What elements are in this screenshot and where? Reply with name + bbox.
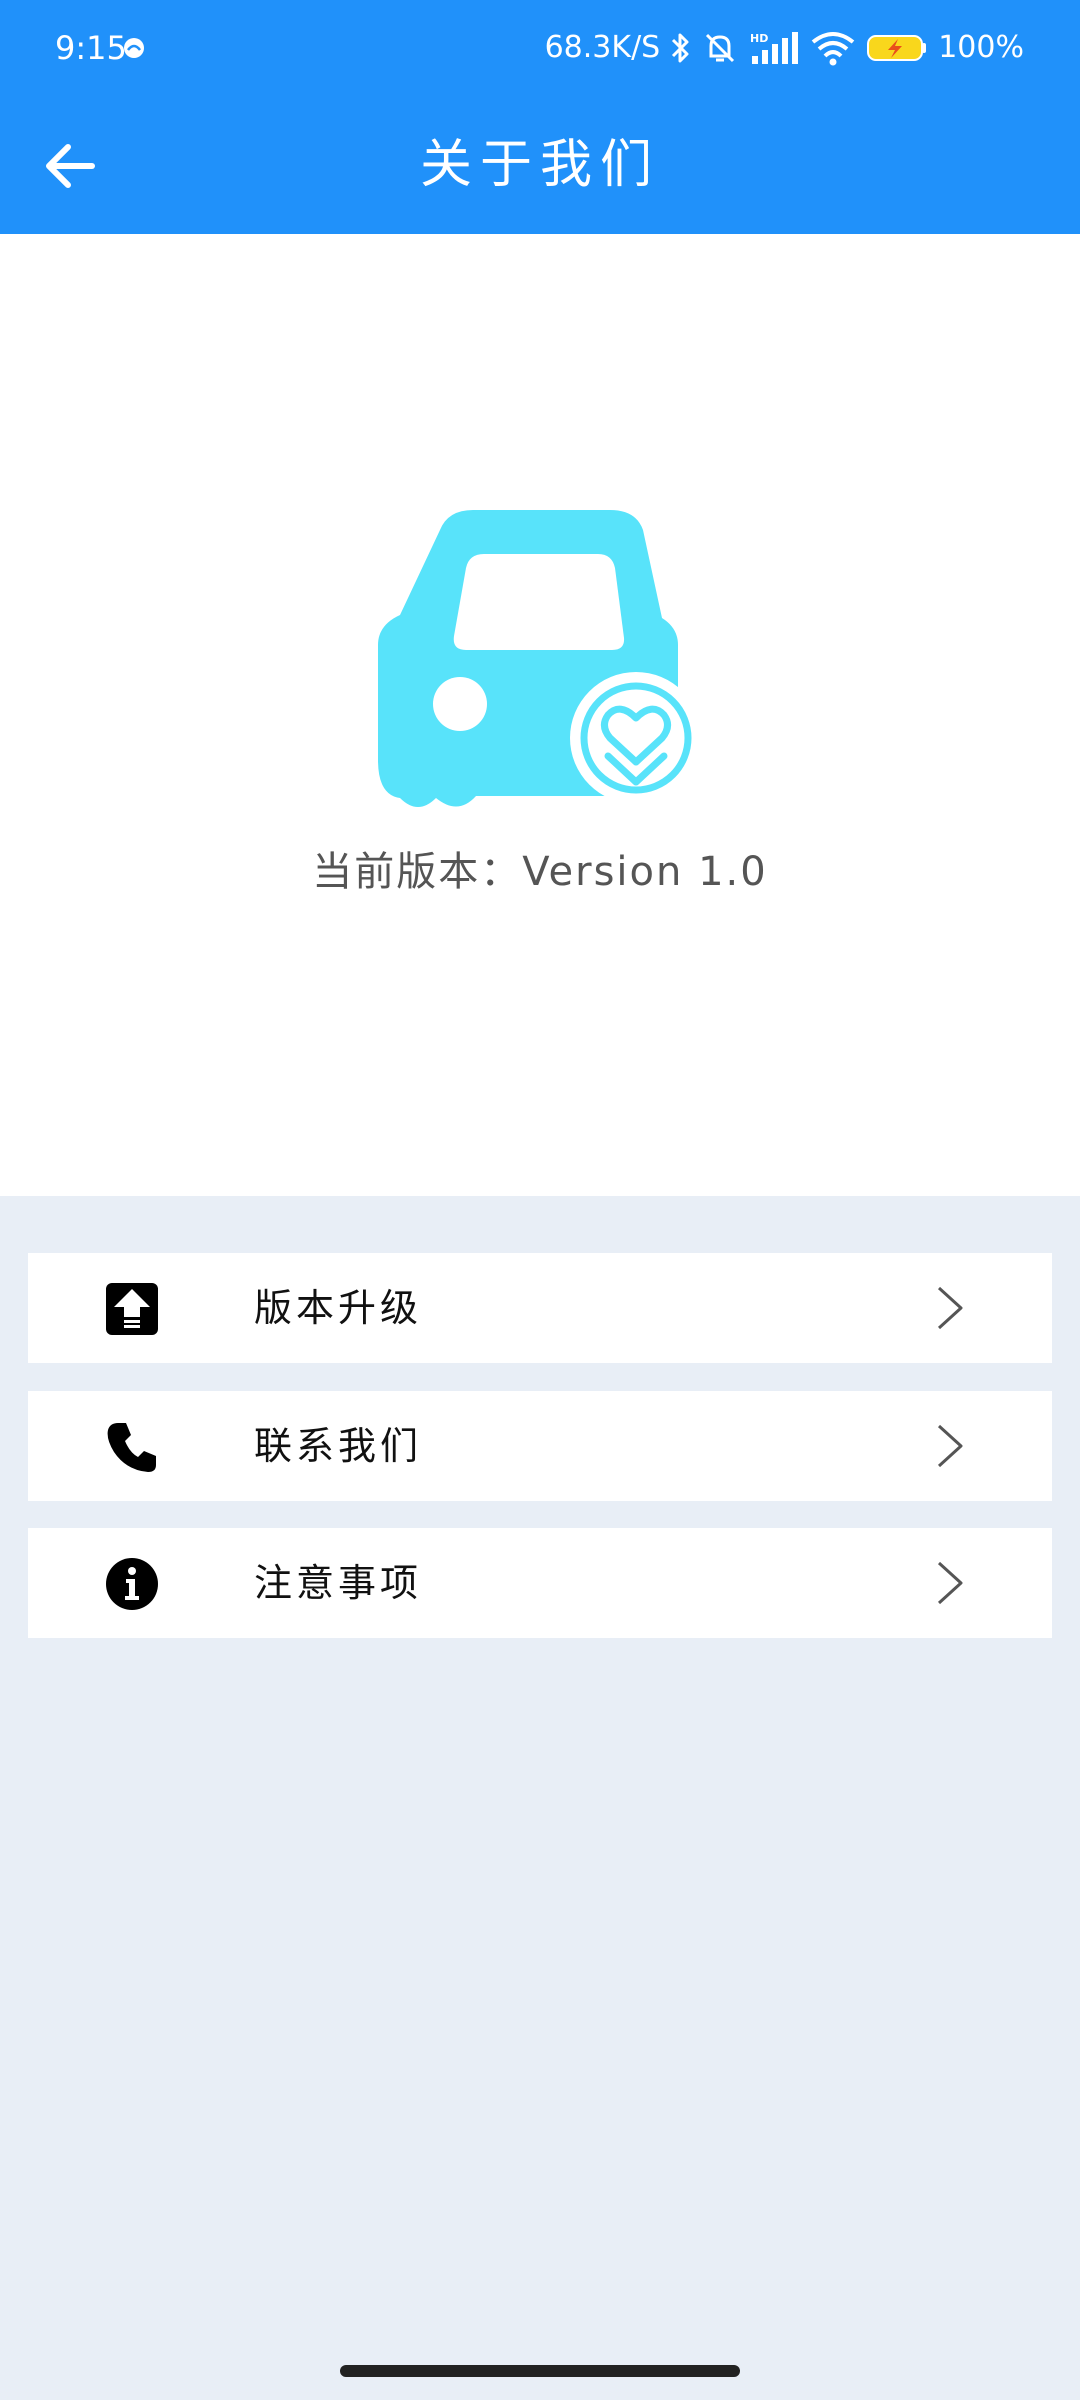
chevron-right-icon	[937, 1424, 963, 1468]
menu-item-version-upgrade[interactable]: 版本升级	[28, 1253, 1052, 1363]
page-title: 关于我们	[419, 135, 660, 195]
menu-label-notes: 注意事项	[254, 1561, 423, 1605]
toolbar: 关于我们	[0, 96, 1080, 234]
chevron-right-icon	[937, 1561, 963, 1605]
notification-app-icon	[124, 38, 144, 58]
status-time: 9:15	[55, 29, 127, 67]
version-info: 当前版本：Version 1.0	[0, 846, 1080, 898]
signal-hd-icon: HD	[750, 32, 799, 64]
wifi-icon	[811, 32, 855, 66]
status-indicators: 68.3K/S HD 100%	[545, 26, 1024, 70]
upload-arrow-icon	[106, 1283, 158, 1335]
about-us-screen: 9:15 68.3K/S HD 100% 关于我们 当前版本：Version 1…	[0, 0, 1080, 2400]
menu-item-notes[interactable]: 注意事项	[28, 1528, 1052, 1638]
app-logo-car-icon	[378, 510, 698, 807]
mute-bell-icon	[706, 33, 735, 63]
menu-item-contact-us[interactable]: 联系我们	[28, 1391, 1052, 1501]
back-button[interactable]	[30, 126, 110, 206]
version-value: Version 1.0	[522, 849, 768, 895]
svg-text:HD: HD	[750, 32, 768, 45]
app-header: 9:15 68.3K/S HD 100% 关于我们	[0, 0, 1080, 234]
phone-icon	[107, 1423, 156, 1472]
menu-label-version-upgrade: 版本升级	[254, 1286, 423, 1330]
status-bar: 9:15 68.3K/S HD 100%	[0, 0, 1080, 96]
battery-charging-icon	[867, 35, 927, 61]
bluetooth-icon	[672, 33, 689, 63]
info-icon	[106, 1558, 158, 1610]
battery-percent: 100%	[938, 30, 1024, 65]
version-label: 当前版本：	[312, 849, 523, 895]
network-speed: 68.3K/S	[544, 30, 661, 65]
back-arrow-icon	[46, 144, 95, 188]
menu-label-contact-us: 联系我们	[254, 1424, 423, 1468]
about-hero: 当前版本：Version 1.0	[0, 234, 1080, 1196]
chevron-right-icon	[937, 1286, 963, 1330]
home-indicator[interactable]	[340, 2365, 740, 2377]
